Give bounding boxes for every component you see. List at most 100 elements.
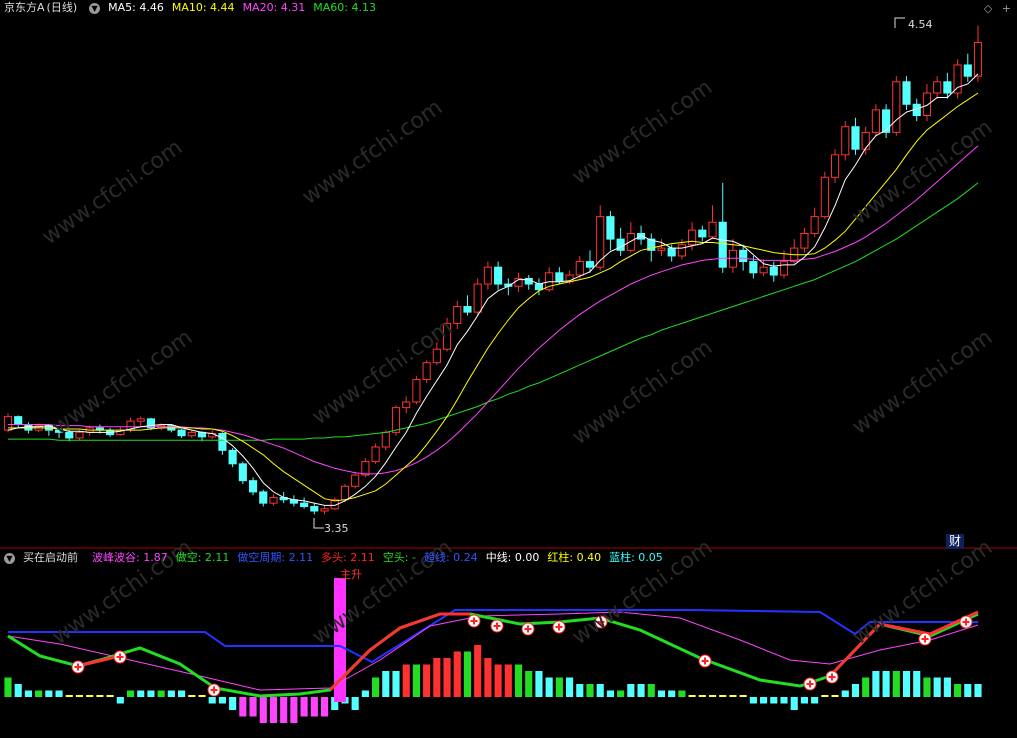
candle-body — [381, 431, 390, 448]
ma-legend-item: MA20: 4.31 — [242, 1, 306, 14]
candle-body — [871, 109, 880, 133]
candle-body — [606, 216, 615, 240]
stock-title[interactable]: 京东方A — [4, 1, 45, 14]
candle-body — [320, 508, 329, 512]
candle-body — [943, 81, 952, 94]
indicator-bar — [474, 645, 482, 697]
candle-body — [494, 266, 503, 285]
diamond-icon[interactable]: ◇ — [984, 2, 992, 15]
candle-body — [698, 229, 707, 238]
candle-body — [626, 232, 635, 251]
candle-body — [688, 229, 697, 246]
indicator-bar — [55, 690, 63, 697]
indicator-bar — [372, 677, 380, 697]
candle-body — [136, 418, 145, 422]
finance-button[interactable]: 财 — [946, 534, 964, 549]
low-price-pointer — [313, 518, 324, 529]
indicator-legend-item: 空头: - — [382, 551, 416, 564]
candle-body — [616, 238, 625, 251]
indicator-bar — [841, 690, 849, 697]
candle-body — [473, 283, 482, 313]
candle-body — [841, 126, 850, 156]
candle-body — [14, 416, 23, 425]
indicator-legend-item: 多头: 2.11 — [321, 551, 375, 564]
indicator-bar — [45, 690, 53, 697]
indicator-bar — [188, 695, 196, 697]
candle-body — [820, 176, 829, 218]
candle-body — [851, 126, 860, 150]
candle-body — [432, 348, 441, 364]
indicator-bar — [86, 695, 94, 697]
candle-body — [718, 221, 727, 268]
indicator-bar — [617, 690, 625, 697]
candle-body — [340, 485, 350, 501]
indicator-bar — [637, 684, 645, 697]
indicator-bar — [708, 695, 717, 697]
indicator-bar — [851, 684, 860, 697]
indicator-bar — [719, 695, 727, 697]
indicator-bar — [249, 697, 257, 717]
indicator-legend-item: 波峰波谷: 1.87 — [92, 551, 168, 564]
candle-body — [861, 131, 870, 150]
indicator-bar — [576, 684, 584, 697]
header-toggle-icon[interactable]: ▼ — [89, 2, 101, 14]
candle-body — [708, 221, 717, 238]
indicator-bar — [494, 664, 502, 697]
ma-legend-item: MA5: 4.46 — [108, 1, 164, 14]
candle-body — [463, 306, 472, 313]
candle-body — [177, 429, 186, 437]
indicator-bar — [882, 671, 890, 697]
indicator-bar — [586, 684, 594, 697]
indicator-bar — [943, 677, 951, 697]
candle-body — [575, 261, 584, 276]
kline-chart[interactable] — [0, 0, 1017, 738]
indicator-bar — [923, 677, 931, 697]
period-label[interactable]: (日线) — [47, 1, 78, 14]
candle-body — [830, 154, 840, 178]
candle-body — [248, 480, 258, 493]
indicator-bar — [147, 690, 155, 697]
indicator-toggle-icon[interactable]: ▼ — [4, 552, 15, 564]
indicator-bar — [913, 671, 921, 697]
candle-body — [54, 429, 64, 433]
candle-body — [351, 474, 360, 487]
indicator-name[interactable]: 买在启动前 — [23, 551, 78, 564]
candle-body — [259, 491, 268, 504]
indicator-bar — [647, 684, 655, 697]
indicator-bar — [229, 697, 237, 710]
indicator-bar — [137, 690, 145, 697]
indicator-bar — [566, 677, 574, 697]
indicator-bar — [443, 658, 451, 697]
plus-icon[interactable]: + — [1002, 2, 1011, 15]
indicator-bar — [382, 671, 390, 697]
indicator-bar — [320, 697, 329, 717]
indicator-bar — [14, 684, 22, 697]
indicator-bar — [157, 690, 165, 697]
candle-body — [749, 261, 758, 274]
candle-body — [65, 431, 74, 439]
candle-body — [800, 232, 809, 249]
indicator-bar — [688, 695, 696, 697]
indicator-bar — [525, 671, 533, 697]
candle-body — [228, 449, 237, 465]
indicator-bar — [392, 671, 400, 697]
candle-body — [75, 431, 84, 439]
indicator-bar — [126, 690, 135, 697]
indicator-bar — [790, 697, 798, 710]
ma60-line — [8, 182, 979, 441]
candle-body — [412, 379, 421, 403]
candle-body — [810, 216, 819, 234]
indicator-bar — [463, 651, 472, 697]
indicator-bar — [657, 690, 666, 697]
indicator-bar — [811, 697, 819, 704]
indicator-bar — [678, 690, 686, 697]
indicator-bar — [198, 695, 206, 697]
candle-body — [361, 461, 370, 476]
indicator-pane — [4, 578, 982, 723]
candle-body — [728, 249, 738, 268]
price-header: 京东方A (日线) ▼ MA5: 4.46 MA10: 4.44 MA20: 4.31 MA… — [0, 0, 392, 16]
candle-body — [310, 506, 319, 512]
candle-body — [779, 261, 789, 276]
indicator-bar — [729, 695, 737, 697]
indicator-bar — [749, 697, 757, 704]
